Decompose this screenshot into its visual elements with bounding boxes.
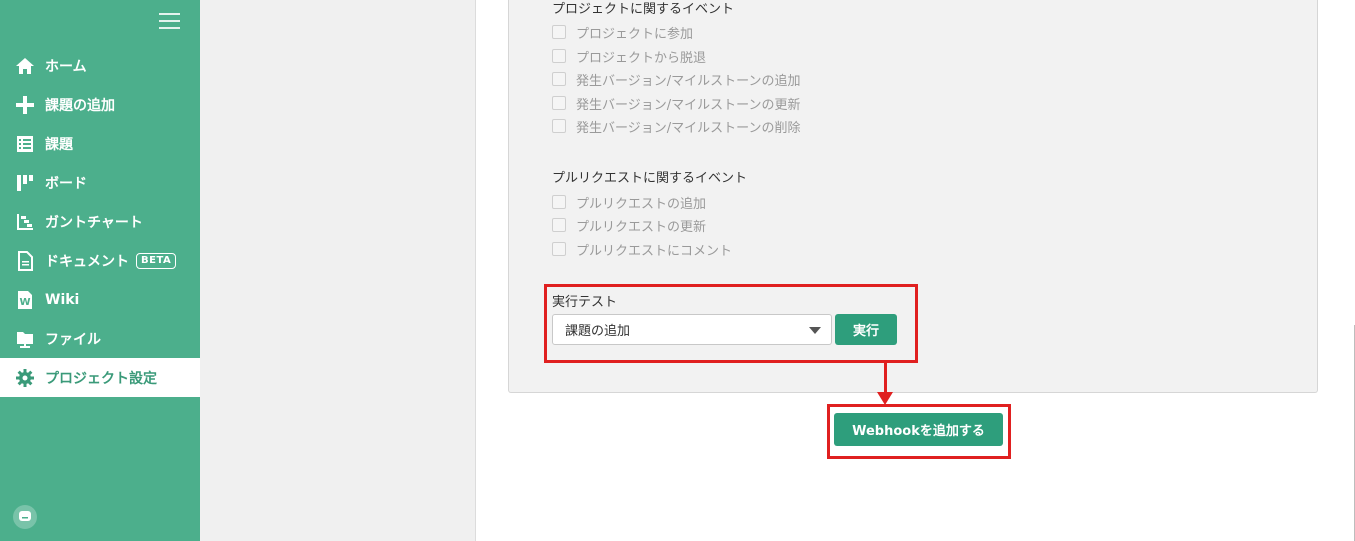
gantt-icon xyxy=(15,212,35,232)
folder-icon xyxy=(15,329,35,349)
checkbox-label: プロジェクトから脱退 xyxy=(576,50,707,66)
checkbox-label: 発生バージョン/マイルストーンの削除 xyxy=(576,120,801,136)
sidebar-item-project-settings[interactable]: プロジェクト設定 xyxy=(0,358,200,397)
hamburger-menu-icon[interactable] xyxy=(158,10,182,32)
sidebar-item-label: ホーム xyxy=(45,58,87,75)
sidebar-item-wiki[interactable]: W Wiki xyxy=(0,280,200,319)
home-icon xyxy=(15,56,35,76)
checkbox[interactable] xyxy=(552,25,566,39)
checkbox[interactable] xyxy=(552,119,566,133)
checkbox[interactable] xyxy=(552,72,566,86)
event-checkbox-row[interactable]: プルリクエストの追加 xyxy=(552,193,707,212)
checkbox[interactable] xyxy=(552,96,566,110)
sidebar-item-label: ファイル xyxy=(45,331,101,348)
sidebar-item-home[interactable]: ホーム xyxy=(0,46,200,85)
sidebar-item-board[interactable]: ボード xyxy=(0,163,200,202)
sidebar-item-label: 課題 xyxy=(45,136,73,153)
pr-events-title: プルリクエストに関するイベント xyxy=(552,171,748,186)
page: ホーム 課題の追加 課題 ボード ガントチャート ドキュメント BETA W W… xyxy=(0,0,1355,541)
sidebar-item-label: Wiki xyxy=(45,291,80,308)
event-checkbox-row[interactable]: プロジェクトから脱退 xyxy=(552,47,707,66)
secondary-column xyxy=(200,0,476,541)
checkbox-label: プルリクエストの追加 xyxy=(576,196,707,212)
list-icon xyxy=(15,134,35,154)
gear-icon xyxy=(15,368,35,388)
checkbox[interactable] xyxy=(552,218,566,232)
annotation-arrow-line xyxy=(884,363,887,393)
checkbox[interactable] xyxy=(552,49,566,63)
sidebar-item-issues[interactable]: 課題 xyxy=(0,124,200,163)
checkbox-label: プルリクエストの更新 xyxy=(576,219,707,235)
sidebar-nav: ホーム 課題の追加 課題 ボード ガントチャート ドキュメント BETA W W… xyxy=(0,46,200,397)
checkbox[interactable] xyxy=(552,195,566,209)
checkbox-label: プルリクエストにコメント xyxy=(576,243,733,259)
board-icon xyxy=(15,173,35,193)
sidebar-item-label: ボード xyxy=(45,175,87,192)
event-checkbox-row[interactable]: 発生バージョン/マイルストーンの更新 xyxy=(552,94,801,113)
event-checkbox-row[interactable]: プルリクエストにコメント xyxy=(552,240,733,259)
sidebar-item-files[interactable]: ファイル xyxy=(0,319,200,358)
beta-badge: BETA xyxy=(136,252,177,269)
sidebar-item-label: ガントチャート xyxy=(45,214,143,231)
svg-text:W: W xyxy=(19,297,30,308)
checkbox-label: プロジェクトに参加 xyxy=(576,26,694,42)
event-checkbox-row[interactable]: プルリクエストの更新 xyxy=(552,216,707,235)
sidebar-item-document[interactable]: ドキュメント BETA xyxy=(0,241,200,280)
sidebar-item-gantt[interactable]: ガントチャート xyxy=(0,202,200,241)
sidebar-item-add-issue[interactable]: 課題の追加 xyxy=(0,85,200,124)
event-checkbox-row[interactable]: プロジェクトに参加 xyxy=(552,23,694,42)
checkbox-label: 発生バージョン/マイルストーンの追加 xyxy=(576,73,801,89)
checkbox-label: 発生バージョン/マイルストーンの更新 xyxy=(576,97,801,113)
highlight-box-test xyxy=(544,284,918,363)
project-events-title: プロジェクトに関するイベント xyxy=(552,2,735,17)
add-webhook-button[interactable]: Webhookを追加する xyxy=(834,413,1003,446)
sidebar-item-label: 課題の追加 xyxy=(45,97,115,114)
sidebar-item-label: プロジェクト設定 xyxy=(45,370,157,387)
sidebar-item-label: ドキュメント xyxy=(45,253,129,270)
main-content: プロジェクトに関するイベント プロジェクトに参加 プロジェクトから脱退 発生バー… xyxy=(476,0,1355,541)
chat-help-icon[interactable] xyxy=(13,505,37,529)
wiki-icon: W xyxy=(15,290,35,310)
document-icon xyxy=(15,250,35,271)
checkbox[interactable] xyxy=(552,242,566,256)
sidebar: ホーム 課題の追加 課題 ボード ガントチャート ドキュメント BETA W W… xyxy=(0,0,200,541)
event-checkbox-row[interactable]: 発生バージョン/マイルストーンの追加 xyxy=(552,70,801,89)
event-checkbox-row[interactable]: 発生バージョン/マイルストーンの削除 xyxy=(552,117,801,136)
plus-icon xyxy=(15,95,35,115)
